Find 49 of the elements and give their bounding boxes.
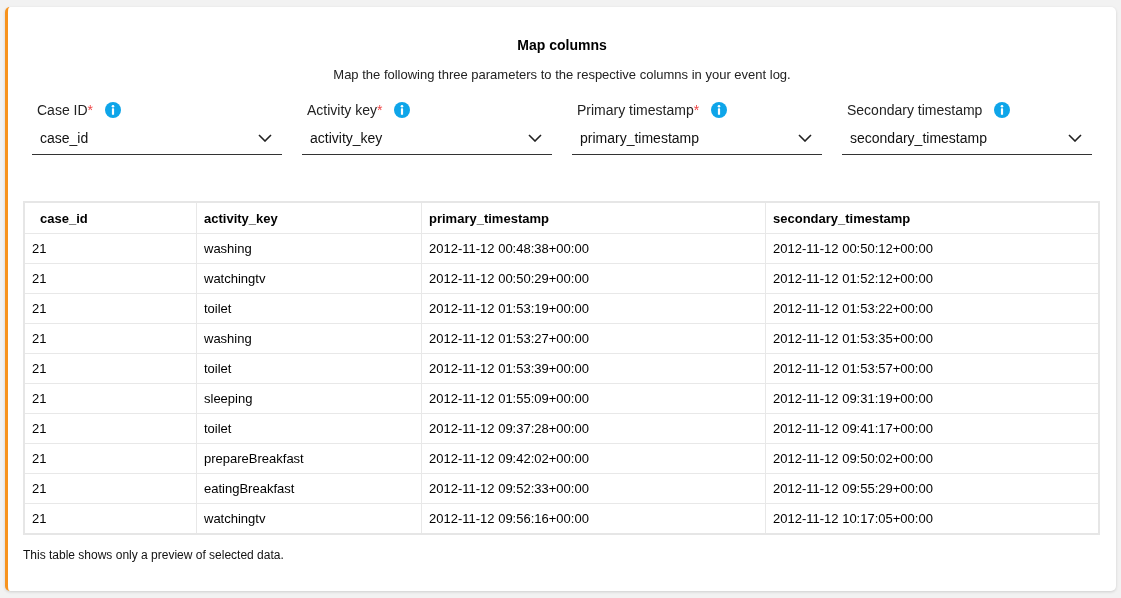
table-cell: eatingBreakfast: [196, 473, 422, 504]
chevron-down-icon: [528, 134, 542, 142]
table-cell: 21: [24, 383, 197, 414]
table-cell: 21: [24, 353, 197, 384]
instruction-text: Map the following three parameters to the respective columns in your event log.: [332, 67, 792, 82]
table-cell: 2012-11-12 01:53:19+00:00: [421, 293, 766, 324]
table-cell: watchingtv: [196, 263, 422, 294]
chevron-down-icon: [1068, 134, 1082, 142]
column-dropdown[interactable]: primary_timestamp: [572, 122, 822, 155]
info-icon[interactable]: [994, 102, 1011, 118]
table-cell: 21: [24, 263, 197, 294]
table-cell: sleeping: [196, 383, 422, 414]
column-header: activity_key: [196, 202, 422, 234]
table-cell: 2012-11-12 09:52:33+00:00: [421, 473, 766, 504]
field-label: Primary timestamp*: [577, 102, 700, 118]
table-cell: 21: [24, 233, 197, 264]
table-cell: 2012-11-12 00:48:38+00:00: [421, 233, 766, 264]
table-cell: prepareBreakfast: [196, 443, 422, 474]
table-cell: toilet: [196, 413, 422, 444]
info-icon[interactable]: [105, 102, 122, 118]
column-header: primary_timestamp: [421, 202, 766, 234]
chevron-down-icon: [258, 134, 272, 142]
table-cell: toilet: [196, 353, 422, 384]
table-cell: washing: [196, 323, 422, 354]
table-cell: 21: [24, 413, 197, 444]
table-cell: 2012-11-12 00:50:29+00:00: [421, 263, 766, 294]
table-cell: washing: [196, 233, 422, 264]
column-dropdown[interactable]: activity_key: [302, 122, 552, 155]
table-cell: 2012-11-12 09:42:02+00:00: [421, 443, 766, 474]
table-cell: 2012-11-12 01:55:09+00:00: [421, 383, 766, 414]
table-cell: 2012-11-12 01:53:39+00:00: [421, 353, 766, 384]
footnote-text: This table shows only a preview of selected data.: [23, 548, 285, 562]
table-cell: 21: [24, 443, 197, 474]
table-cell: 2012-11-12 09:37:28+00:00: [421, 413, 766, 444]
table-cell: 21: [24, 293, 197, 324]
chevron-down-icon: [798, 134, 812, 142]
table-cell: 2012-11-12 01:53:27+00:00: [421, 323, 766, 354]
info-icon[interactable]: [394, 102, 411, 118]
dialog-title: Map columns: [516, 37, 608, 53]
table-cell: toilet: [196, 293, 422, 324]
table-cell: 21: [24, 473, 197, 504]
column-dropdown[interactable]: case_id: [32, 122, 282, 155]
column-dropdown[interactable]: secondary_timestamp: [842, 122, 1092, 155]
table-cell: 21: [24, 323, 197, 354]
field-label: Activity key*: [307, 102, 383, 118]
column-header: case_id: [24, 202, 197, 234]
info-icon[interactable]: [711, 102, 728, 118]
field-label: Secondary timestamp: [847, 102, 983, 118]
field-label: Case ID*: [37, 102, 94, 118]
